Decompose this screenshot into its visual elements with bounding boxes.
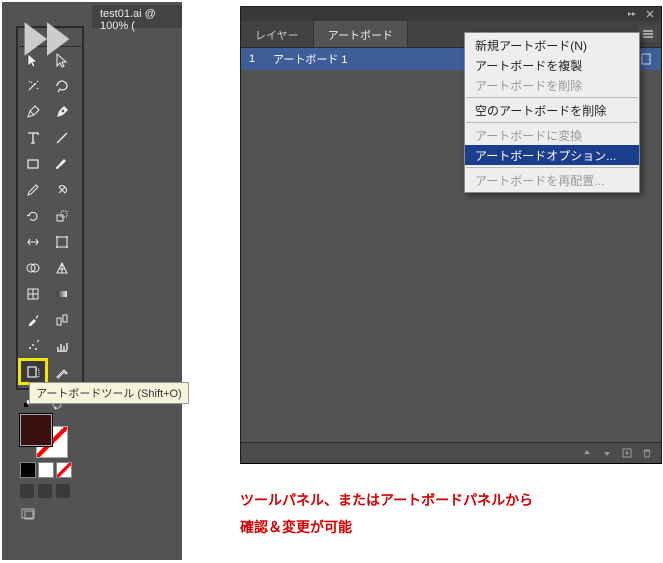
graph-tool[interactable] — [48, 333, 76, 358]
fill-stroke-area — [20, 400, 72, 522]
line-tool[interactable] — [48, 125, 76, 150]
annotation-line-1: ツールパネル、またはアートボードパネルから — [240, 487, 533, 514]
gradient-tool[interactable] — [48, 281, 76, 306]
menu-separator — [466, 167, 638, 168]
tab-artboards-label: アートボード — [328, 30, 393, 42]
menu-convert-to-artboard: アートボードに変換 — [465, 125, 639, 145]
brush-tool[interactable] — [48, 151, 76, 176]
collapse-icon[interactable] — [627, 9, 637, 19]
move-down-icon[interactable] — [601, 447, 613, 459]
tab-layers[interactable]: レイヤー — [241, 21, 314, 47]
delete-icon[interactable] — [641, 447, 653, 459]
menu-duplicate-artboard[interactable]: アートボードを複製 — [465, 55, 639, 75]
perspective-tool[interactable] — [48, 255, 76, 280]
symbol-spray-tool[interactable] — [19, 333, 47, 358]
magic-wand-tool[interactable] — [19, 73, 47, 98]
annotation: ツールパネル、またはアートボードパネルから 確認＆変更が可能 — [240, 487, 533, 540]
menu-delete-empty-artboards[interactable]: 空のアートボードを削除 — [465, 100, 639, 120]
eyedropper-tool[interactable] — [19, 307, 47, 332]
panel-head — [241, 7, 661, 21]
mesh-tool[interactable] — [19, 281, 47, 306]
color-mode-none[interactable] — [56, 462, 72, 478]
artboard-options-icon[interactable] — [641, 53, 653, 65]
tab-layers-label: レイヤー — [255, 30, 299, 42]
close-icon[interactable] — [645, 9, 655, 19]
selection-tool[interactable] — [19, 47, 47, 72]
draw-normal-mode[interactable] — [20, 484, 34, 498]
tab-artboards[interactable]: アートボード — [314, 21, 408, 47]
blend-tool[interactable] — [48, 307, 76, 332]
rectangle-tool[interactable] — [19, 151, 47, 176]
tooltip: アートボードツール (Shift+O) — [29, 382, 189, 404]
menu-new-artboard[interactable]: 新規アートボード(N) — [465, 35, 639, 55]
tools-header — [19, 31, 81, 47]
panel-menu-button[interactable] — [639, 26, 657, 42]
direct-selection-tool[interactable] — [48, 47, 76, 72]
fill-swatch[interactable] — [20, 414, 52, 446]
rotate-tool[interactable] — [19, 203, 47, 228]
panel-context-menu: 新規アートボード(N) アートボードを複製 アートボードを削除 空のアートボード… — [464, 32, 640, 193]
slice-tool[interactable] — [48, 359, 76, 384]
draw-inside-mode[interactable] — [56, 484, 70, 498]
free-transform-tool[interactable] — [48, 229, 76, 254]
color-mode-color[interactable] — [20, 462, 36, 478]
annotation-line-2: 確認＆変更が可能 — [240, 514, 533, 541]
shape-builder-tool[interactable] — [19, 255, 47, 280]
curvature-tool[interactable] — [48, 99, 76, 124]
menu-icon — [642, 28, 654, 40]
scale-tool[interactable] — [48, 203, 76, 228]
menu-separator — [466, 97, 638, 98]
tooltip-text: アートボードツール (Shift+O) — [36, 388, 182, 400]
lasso-tool[interactable] — [48, 73, 76, 98]
draw-behind-mode[interactable] — [38, 484, 52, 498]
pen-tool[interactable] — [19, 99, 47, 124]
move-up-icon[interactable] — [581, 447, 593, 459]
screen-mode-icon[interactable] — [20, 506, 36, 522]
menu-rearrange-artboards: アートボードを再配置... — [465, 170, 639, 190]
tools-grid — [16, 26, 84, 390]
eraser-tool[interactable] — [48, 177, 76, 202]
menu-artboard-options[interactable]: アートボードオプション... — [465, 145, 639, 165]
width-tool[interactable] — [19, 229, 47, 254]
color-mode-gradient[interactable] — [38, 462, 54, 478]
tools-panel: test01.ai @ 100% ( — [2, 2, 182, 560]
type-tool[interactable] — [19, 125, 47, 150]
menu-delete-artboard: アートボードを削除 — [465, 75, 639, 95]
menu-separator — [466, 122, 638, 123]
pencil-tool[interactable] — [19, 177, 47, 202]
panel-footer — [241, 442, 661, 463]
document-tab[interactable]: test01.ai @ 100% ( — [92, 5, 182, 28]
artboard-index: 1 — [249, 53, 259, 65]
artboard-tool[interactable] — [19, 359, 47, 384]
new-artboard-icon[interactable] — [621, 447, 633, 459]
